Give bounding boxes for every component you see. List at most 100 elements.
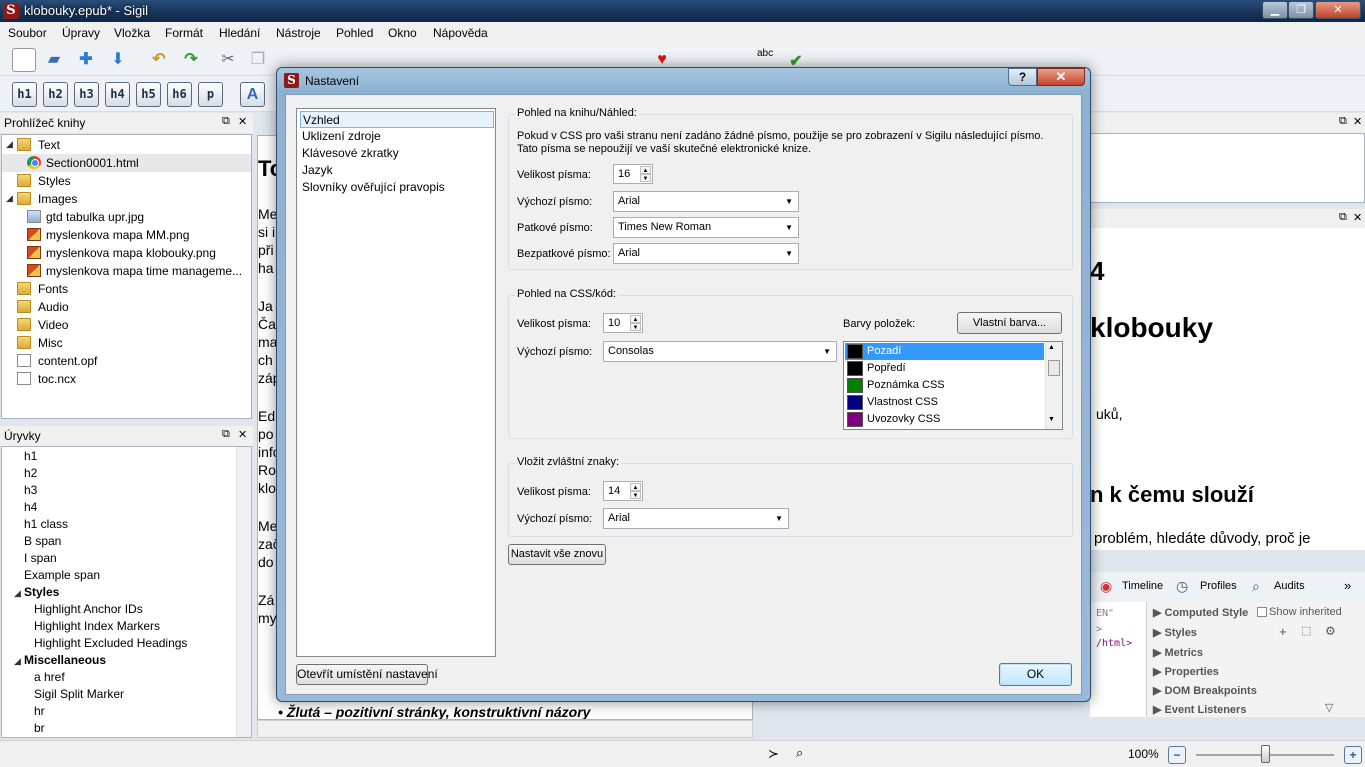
float-panel-icon[interactable]: ⧉ (222, 115, 230, 128)
clip-item[interactable]: Example span (24, 568, 100, 582)
float-panel-icon[interactable]: ⧉ (1339, 115, 1347, 128)
tree-item-styles[interactable]: Styles (2, 172, 251, 190)
spinner-arrows[interactable]: ▲ ▼ (640, 166, 651, 182)
menu-help[interactable]: Nápověda (433, 26, 488, 40)
menu-insert[interactable]: Vložka (114, 26, 150, 40)
menu-window[interactable]: Okno (388, 26, 417, 40)
nav-appearance[interactable]: Vzhled (300, 111, 494, 128)
float-panel-icon[interactable]: ⧉ (1339, 211, 1347, 224)
special-default-font-combo[interactable]: Arial ▼ (603, 508, 789, 529)
clip-group-misc[interactable]: Miscellaneous (24, 653, 106, 667)
clip-item[interactable]: h1 (24, 449, 37, 463)
spin-up-icon[interactable]: ▲ (630, 315, 641, 323)
tree-item-misc[interactable]: Misc (2, 334, 251, 352)
ok-button[interactable]: OK (999, 663, 1072, 686)
clips-scrollbar[interactable] (236, 447, 251, 737)
spin-down-icon[interactable]: ▼ (640, 174, 651, 182)
scroll-thumb[interactable] (1048, 360, 1060, 376)
menu-tools[interactable]: Nástroje (276, 26, 321, 40)
spinner-arrows[interactable]: ▲ ▼ (630, 483, 641, 499)
book-sans-font-combo[interactable]: Arial ▼ (613, 243, 799, 264)
console-icon[interactable]: ≻ (768, 746, 779, 762)
book-default-font-combo[interactable]: Arial ▼ (613, 191, 799, 212)
section-metrics[interactable]: ▶ Metrics (1153, 646, 1203, 659)
reset-all-button[interactable]: Nastavit vše znovu (508, 544, 606, 565)
tree-item-image-file[interactable]: myslenkova mapa MM.png (2, 226, 251, 244)
gear-icon[interactable]: ⚙ (1325, 624, 1336, 638)
h3-button[interactable]: h3 (74, 82, 99, 107)
spin-down-icon[interactable]: ▼ (630, 323, 641, 331)
editor-hscrollbar[interactable] (257, 720, 753, 738)
section-computed-style[interactable]: ▶ Computed Style (1153, 606, 1248, 619)
color-item-background[interactable]: Pozadí (845, 343, 1044, 360)
clip-item[interactable]: Highlight Index Markers (34, 619, 160, 633)
h2-button[interactable]: h2 (43, 82, 68, 107)
section-styles[interactable]: ▶ Styles (1153, 626, 1197, 639)
clip-item[interactable]: hr (34, 704, 45, 718)
clip-item[interactable]: Highlight Anchor IDs (34, 602, 143, 616)
close-dialog-button[interactable]: ✕ (1037, 68, 1085, 86)
save-icon[interactable]: ⬇ (106, 48, 130, 72)
menu-view[interactable]: Pohled (336, 26, 373, 40)
tree-item-video[interactable]: Video (2, 316, 251, 334)
nav-keyboard-shortcuts[interactable]: Klávesové zkratky (300, 145, 494, 162)
color-item-css-property[interactable]: Vlastnost CSS (845, 394, 1044, 411)
nav-clean-source[interactable]: Uklizení zdroje (300, 128, 494, 145)
section-dom-breakpoints[interactable]: ▶ DOM Breakpoints (1153, 684, 1257, 697)
tree-item-audio[interactable]: Audio (2, 298, 251, 316)
css-default-font-combo[interactable]: Consolas ▼ (603, 341, 837, 362)
clip-item[interactable]: Highlight Excluded Headings (34, 636, 187, 650)
special-font-size-spinner[interactable]: 14 ▲ ▼ (603, 481, 643, 501)
float-panel-icon[interactable]: ⧉ (222, 428, 230, 441)
open-folder-icon[interactable]: ▰ (42, 48, 66, 72)
add-file-icon[interactable]: ✚ (74, 48, 98, 72)
clip-item[interactable]: br (34, 721, 45, 735)
close-panel-icon[interactable]: ✕ (1353, 115, 1362, 128)
zoom-in-button[interactable]: + (1344, 746, 1362, 764)
expand-arrow-icon[interactable]: ◢ (6, 193, 13, 204)
book-font-size-spinner[interactable]: 16 ▲ ▼ (613, 164, 653, 184)
menu-format[interactable]: Formát (165, 26, 203, 40)
spellcheck-label[interactable]: abc (757, 48, 773, 59)
tree-item-image-file[interactable]: myslenkova mapa klobouky.png (2, 244, 251, 262)
zoom-out-button[interactable]: − (1168, 746, 1186, 764)
tree-item-image-file[interactable]: myslenkova mapa time manageme... (2, 262, 251, 280)
tree-item-images[interactable]: ◢ Images (2, 190, 251, 208)
tree-item-content-opf[interactable]: content.opf (2, 352, 251, 370)
clip-item[interactable]: h1 class (24, 517, 68, 531)
clip-item[interactable]: I span (24, 551, 57, 565)
spin-up-icon[interactable]: ▲ (640, 166, 651, 174)
help-button[interactable]: ? (1008, 68, 1037, 86)
menu-search[interactable]: Hledání (219, 26, 260, 40)
menu-edit[interactable]: Úpravy (62, 26, 100, 40)
tree-item-image-file[interactable]: gtd tabulka upr.jpg (2, 208, 251, 226)
color-item-css-comment[interactable]: Poznámka CSS (845, 377, 1044, 394)
inspector-tab-profiles[interactable]: Profiles (1200, 580, 1237, 592)
h1-button[interactable]: h1 (12, 82, 37, 107)
copy-icon[interactable]: ❐ (246, 48, 270, 72)
tree-item-fonts[interactable]: Fonts (2, 280, 251, 298)
new-file-icon[interactable] (12, 48, 36, 72)
clip-item[interactable]: Sigil Split Marker (34, 687, 124, 701)
book-serif-font-combo[interactable]: Times New Roman ▼ (613, 217, 799, 238)
undo-icon[interactable]: ↶ (147, 48, 171, 72)
clip-item[interactable]: a href (34, 670, 65, 684)
spinner-arrows[interactable]: ▲ ▼ (630, 315, 641, 331)
expand-arrow-icon[interactable]: ◢ (14, 588, 21, 599)
font-style-icon[interactable]: A (240, 82, 265, 107)
color-item-css-quotes[interactable]: Uvozovky CSS (845, 411, 1044, 428)
custom-color-button[interactable]: Vlastní barva... (957, 312, 1062, 334)
section-properties[interactable]: ▶ Properties (1153, 665, 1219, 678)
spin-up-icon[interactable]: ▲ (630, 483, 641, 491)
paragraph-button[interactable]: p (198, 82, 223, 107)
add-style-icon[interactable]: + (1279, 624, 1287, 639)
clip-item[interactable]: h3 (24, 483, 37, 497)
filter-icon[interactable]: ▽ (1325, 701, 1333, 714)
menu-file[interactable]: Soubor (8, 26, 47, 40)
nav-spellcheck-dictionaries[interactable]: Slovníky ověřující pravopis (300, 179, 494, 196)
expand-arrow-icon[interactable]: ◢ (14, 656, 21, 667)
open-settings-location-button[interactable]: Otevřít umístění nastavení (296, 664, 438, 685)
more-tabs-icon[interactable]: » (1344, 578, 1351, 593)
spin-down-icon[interactable]: ▼ (630, 491, 641, 499)
h6-button[interactable]: h6 (167, 82, 192, 107)
